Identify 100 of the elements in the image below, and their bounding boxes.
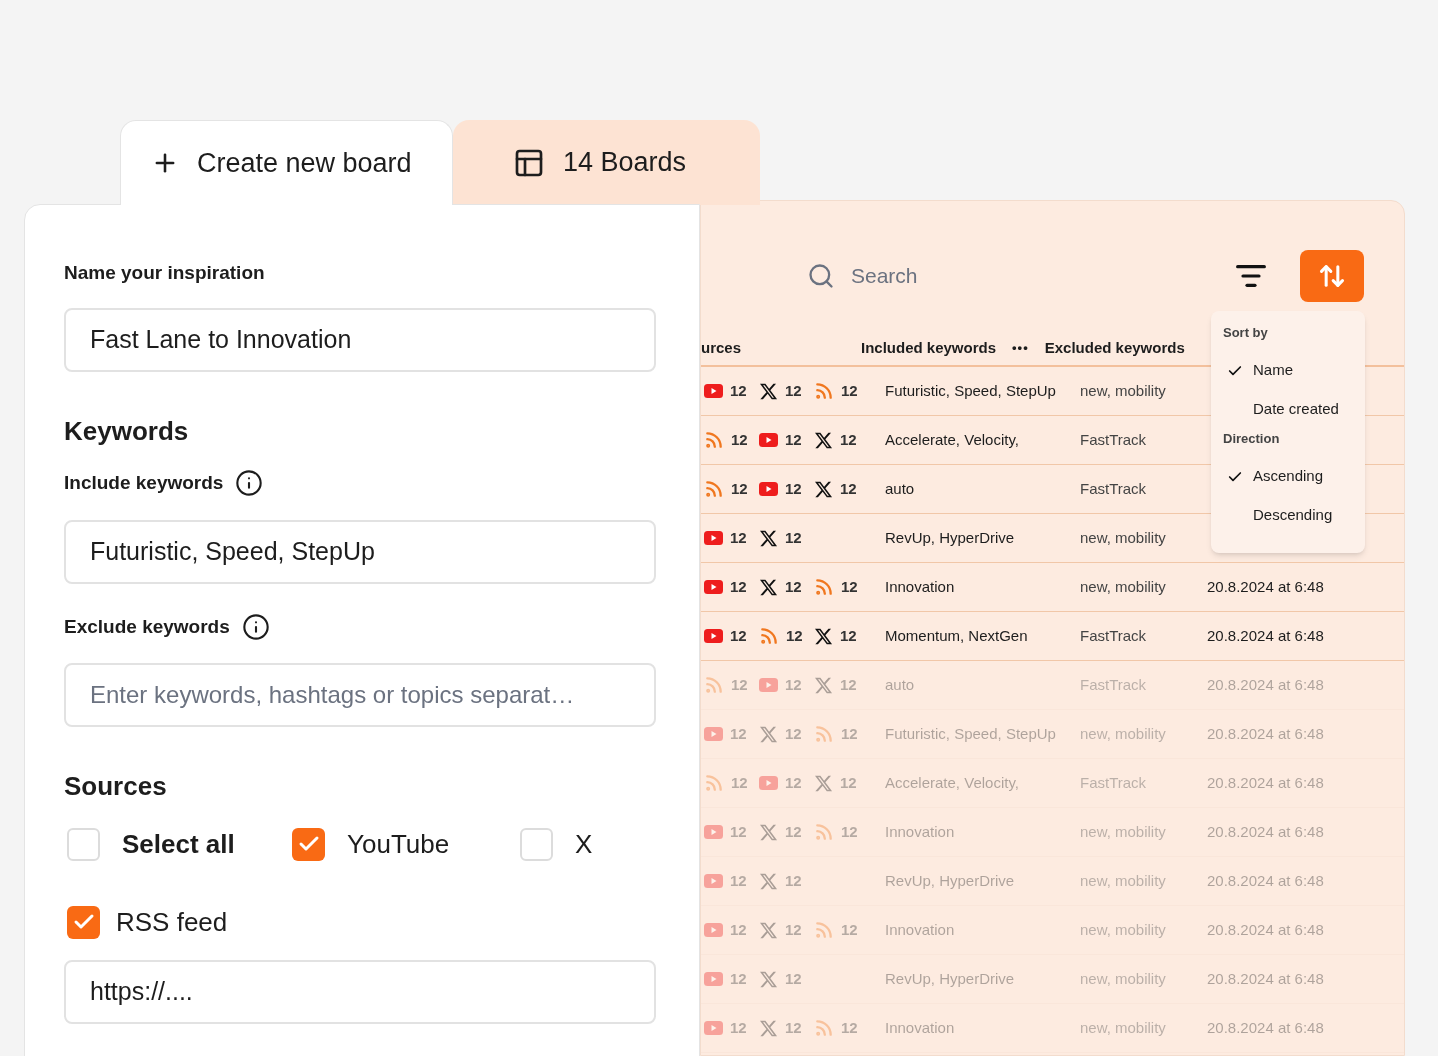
checkbox-label: X — [575, 827, 593, 861]
table-cell-text: auto — [885, 674, 916, 695]
checkbox[interactable] — [67, 827, 100, 861]
table-cell-text: 20.8.2024 at 6:48 — [1207, 821, 1324, 842]
table-cell-text: Innovation — [885, 1017, 956, 1038]
search-field[interactable]: Search — [851, 260, 1235, 292]
section-heading: Sources — [64, 770, 168, 799]
play-icon — [759, 776, 778, 790]
table-cell-text: FastTrack — [1080, 772, 1148, 793]
table-cell-text: 20.8.2024 at 6:48 — [1207, 1017, 1324, 1038]
name-input[interactable]: Fast Lane to Innovation — [64, 308, 656, 372]
play-icon — [704, 384, 723, 398]
checkbox-label: Select all — [122, 827, 235, 861]
menu-item[interactable]: Ascending — [1253, 465, 1324, 488]
checkbox-label: RSS feed — [116, 905, 228, 939]
source-count: 12 — [841, 576, 858, 597]
table-cell-text: Innovation — [885, 821, 956, 842]
table-cell-text: new, mobility — [1080, 919, 1167, 940]
source-count: 12 — [841, 1017, 858, 1038]
x-logo-icon — [759, 1018, 778, 1038]
play-icon — [704, 923, 723, 937]
table-cell-text: 20.8.2024 at 6:48 — [1207, 625, 1324, 646]
source-count: 12 — [841, 919, 858, 940]
tab[interactable]: Create new board — [120, 120, 453, 205]
table-cell-text: Accelerate, Velocity, — [885, 429, 1020, 450]
source-count: 12 — [730, 723, 747, 744]
x-logo-icon — [759, 724, 778, 744]
table-cell-text: RevUp, HyperDrive — [885, 870, 1016, 891]
info-icon[interactable] — [241, 613, 270, 641]
source-count: 12 — [786, 625, 803, 646]
play-icon — [704, 629, 723, 643]
checkbox[interactable] — [520, 827, 553, 861]
table-cell-text: 20.8.2024 at 6:48 — [1207, 919, 1324, 940]
table-cell-text: FastTrack — [1080, 429, 1148, 450]
tab[interactable]: 14 Boards — [453, 120, 760, 205]
table-cell-text: FastTrack — [1080, 625, 1148, 646]
table-cell-text: Innovation — [885, 919, 956, 940]
source-count: 12 — [730, 576, 747, 597]
rss-icon — [759, 626, 779, 646]
table-row[interactable]: 12 12 12 Momentum, NextGen FastTrack 20.8.2024 at 6:48 — [701, 612, 1404, 661]
column-header: Included keywords — [861, 337, 997, 358]
x-logo-icon — [814, 675, 833, 695]
table-cell-text: FastTrack — [1080, 478, 1148, 499]
table-cell-text: new, mobility — [1080, 821, 1167, 842]
table-cell-text: new, mobility — [1080, 527, 1167, 548]
x-logo-icon — [759, 969, 778, 989]
url-input[interactable]: https://.... — [64, 960, 656, 1024]
menu-heading: Direction — [1222, 430, 1281, 448]
table-cell-text: Futuristic, Speed, StepUp — [885, 380, 1057, 401]
play-icon — [704, 1021, 723, 1035]
info-icon[interactable] — [235, 469, 264, 497]
table-row[interactable]: 12 12 12 Innovation new, mobility 20.8.2024 at 6:48 — [701, 563, 1404, 612]
x-logo-icon — [814, 430, 833, 450]
field-label: Include keywords — [64, 470, 224, 495]
play-icon — [704, 972, 723, 986]
play-icon — [704, 580, 723, 594]
source-count: 12 — [785, 674, 802, 695]
table-cell-text: Momentum, NextGen — [885, 625, 1029, 646]
source-count: 12 — [841, 821, 858, 842]
table-cell-text: new, mobility — [1080, 723, 1167, 744]
source-count: 12 — [785, 870, 802, 891]
table-cell-text: Futuristic, Speed, StepUp — [885, 723, 1057, 744]
checkbox[interactable] — [292, 827, 325, 861]
source-count: 12 — [785, 429, 802, 450]
sort-button[interactable] — [1300, 250, 1364, 302]
table-cell-text: 20.8.2024 at 6:48 — [1207, 576, 1324, 597]
include-input[interactable]: Futuristic, Speed, StepUp — [64, 520, 656, 584]
rss-icon — [814, 724, 834, 744]
source-count: 12 — [841, 723, 858, 744]
x-logo-icon — [814, 479, 833, 499]
source-count: 12 — [840, 478, 857, 499]
source-count: 12 — [730, 821, 747, 842]
table-cell-text: new, mobility — [1080, 1017, 1167, 1038]
rss-icon — [704, 430, 724, 450]
checkbox[interactable] — [67, 905, 100, 939]
play-icon — [704, 874, 723, 888]
play-icon — [759, 482, 778, 496]
x-logo-icon — [759, 577, 778, 597]
source-count: 12 — [730, 870, 747, 891]
play-icon — [704, 531, 723, 545]
source-count: 12 — [840, 625, 857, 646]
rss-icon — [704, 479, 724, 499]
exclude-input[interactable]: Enter keywords, hashtags or topics separat… — [64, 663, 656, 727]
source-count: 12 — [730, 527, 747, 548]
rss-icon — [704, 773, 724, 793]
source-count: 12 — [731, 429, 748, 450]
source-count: 12 — [730, 919, 747, 940]
section-heading: Keywords — [64, 415, 190, 444]
table-cell-text: Innovation — [885, 576, 956, 597]
sort-icon — [1318, 262, 1346, 290]
source-count: 12 — [731, 674, 748, 695]
more-button[interactable]: ••• — [1012, 338, 1029, 358]
table-cell-text: 20.8.2024 at 6:48 — [1207, 674, 1324, 695]
source-count: 12 — [785, 919, 802, 940]
play-icon — [759, 433, 778, 447]
menu-heading: Sort by — [1222, 324, 1269, 342]
field-label: Exclude keywords — [64, 614, 230, 639]
source-count: 12 — [731, 478, 748, 499]
search-icon — [807, 262, 835, 290]
rss-icon — [814, 1018, 834, 1038]
